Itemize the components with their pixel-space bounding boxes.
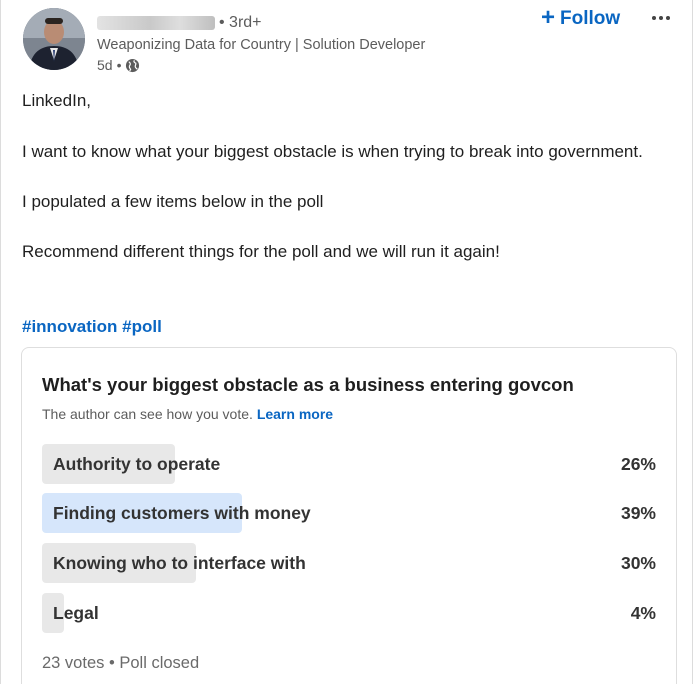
- author-name-row: • 3rd+: [97, 12, 262, 34]
- poll-option-percent: 26%: [620, 454, 656, 474]
- poll-card: What's your biggest obstacle as a busine…: [21, 347, 677, 684]
- poll-option-percent: 30%: [620, 553, 656, 573]
- ellipsis-icon[interactable]: [649, 6, 673, 30]
- post-text-line-4: Recommend different things for the poll …: [22, 242, 500, 261]
- author-avatar[interactable]: [23, 8, 85, 70]
- follow-label: Follow: [560, 8, 621, 29]
- poll-status: Poll closed: [119, 654, 200, 672]
- poll-option-percent: 39%: [620, 503, 656, 523]
- poll-option-label: Legal: [53, 603, 99, 623]
- poll-question: What's your biggest obstacle as a busine…: [42, 374, 574, 395]
- poll-footer: 23 votes • Poll closed: [42, 654, 200, 672]
- post-meta: 5d •: [97, 57, 140, 73]
- poll-option[interactable]: Authority to operate 26%: [42, 444, 656, 484]
- post-text-line-3: I populated a few items below in the pol…: [22, 192, 324, 211]
- poll-option-percent: 4%: [630, 603, 656, 623]
- author-name-redacted[interactable]: [97, 16, 215, 30]
- post-hashtags: #innovation #poll: [22, 317, 162, 337]
- globe-icon: [125, 58, 140, 73]
- author-headline: Weaponizing Data for Country | Solution …: [97, 37, 426, 53]
- poll-option-label: Authority to operate: [53, 454, 221, 474]
- poll-note-text: The author can see how you vote.: [42, 406, 253, 422]
- poll-option[interactable]: Legal 4%: [42, 593, 656, 633]
- follow-button[interactable]: + Follow: [541, 6, 620, 32]
- post-time: 5d: [97, 57, 113, 73]
- poll-option[interactable]: Finding customers with money 39%: [42, 493, 656, 533]
- hashtag-poll[interactable]: #poll: [122, 317, 162, 336]
- connection-degree: • 3rd+: [219, 14, 262, 31]
- poll-option-label: Finding customers with money: [53, 503, 311, 523]
- poll-votes[interactable]: 23 votes: [42, 654, 104, 672]
- poll-option-label: Knowing who to interface with: [53, 553, 306, 573]
- learn-more-link[interactable]: Learn more: [257, 406, 333, 422]
- feed-post: • 3rd+ Weaponizing Data for Country | So…: [0, 0, 693, 684]
- poll-visibility-note: The author can see how you vote. Learn m…: [42, 406, 333, 422]
- post-text-line-1: LinkedIn,: [22, 91, 91, 110]
- poll-option[interactable]: Knowing who to interface with 30%: [42, 543, 656, 583]
- plus-icon: +: [541, 4, 556, 31]
- post-text-line-2: I want to know what your biggest obstacl…: [22, 142, 643, 161]
- hashtag-innovation[interactable]: #innovation: [22, 317, 117, 336]
